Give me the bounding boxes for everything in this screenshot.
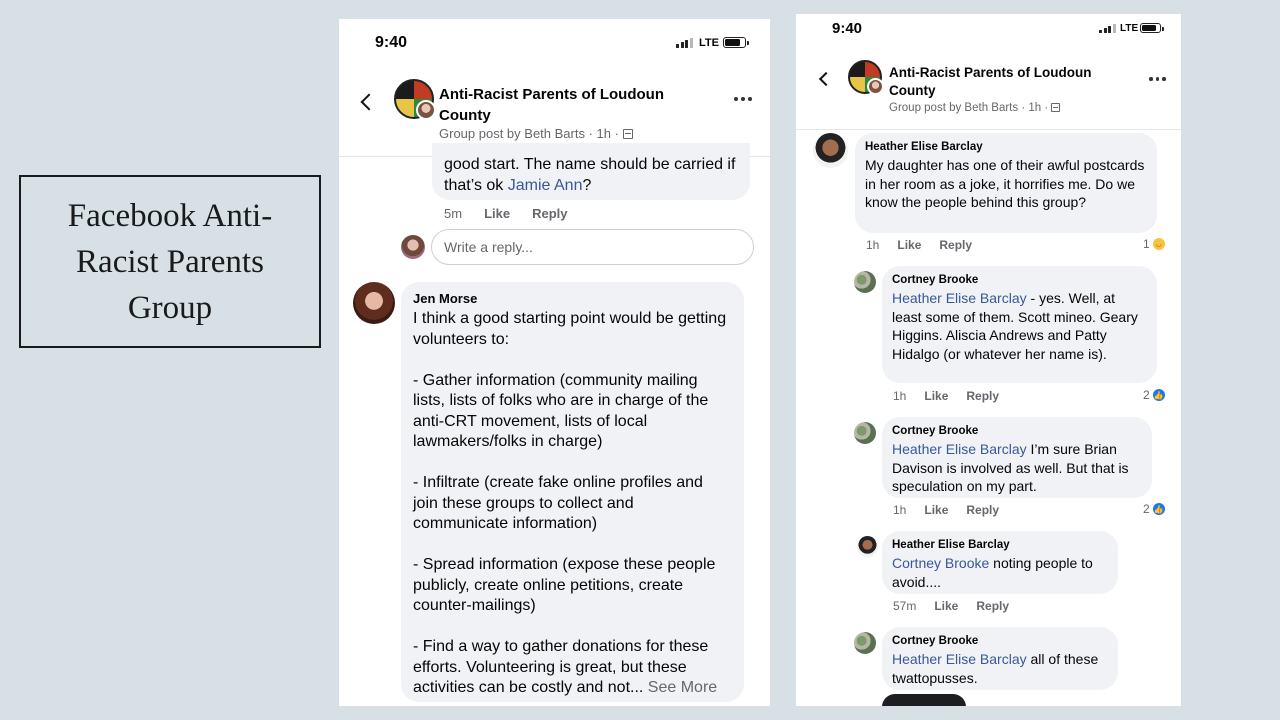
comment-text: My daughter has one of their awful postc…: [865, 157, 1145, 210]
comment-actions: 1h Like Reply: [893, 389, 999, 403]
comment-actions: 57m Like Reply: [893, 599, 1009, 613]
comment-bubble: Jen Morse I think a good starting point …: [401, 282, 744, 702]
reply-button[interactable]: Reply: [966, 503, 999, 517]
poster-avatar: [867, 78, 884, 95]
group-post-meta: Group post by Beth Barts · 1h ·: [889, 102, 1061, 114]
like-button[interactable]: Like: [924, 503, 948, 517]
group-avatar[interactable]: [848, 60, 884, 95]
group-privacy-icon: [622, 129, 633, 139]
reply-button[interactable]: Reply: [976, 599, 1009, 613]
commenter-avatar[interactable]: [353, 282, 395, 324]
mention-link[interactable]: Jamie Ann: [508, 177, 583, 194]
back-arrow-icon[interactable]: [818, 71, 834, 87]
more-options-icon[interactable]: [734, 97, 752, 101]
comment-bubble: Cortney Brooke Heather Elise Barclay I’m…: [882, 417, 1152, 498]
attachment-preview[interactable]: [882, 694, 966, 706]
comment-bubble: Cortney Brooke Heather Elise Barclay all…: [882, 627, 1118, 690]
mention-link[interactable]: Cortney Brooke: [892, 555, 989, 571]
commenter-name[interactable]: Heather Elise Barclay: [892, 538, 1108, 552]
comment-time: 1h: [893, 389, 907, 403]
group-privacy-icon: [1051, 103, 1061, 112]
group-header: Anti-Racist Parents of Loudoun County Gr…: [796, 50, 1181, 130]
comment-text-end: ?: [582, 177, 592, 194]
slide-title: Facebook Anti-Racist Parents Group: [19, 175, 321, 348]
group-post-byline: Group post by Beth Barts · 1h ·: [439, 126, 619, 141]
phone-screenshot-right: 9:40 LTE Anti-Racist Parents of Loudoun …: [796, 14, 1181, 706]
network-label: LTE: [699, 37, 719, 49]
commenter-avatar[interactable]: [854, 422, 876, 444]
like-icon: 👍: [1151, 502, 1166, 516]
reaction-count[interactable]: 2 👍: [1143, 502, 1166, 516]
commenter-avatar[interactable]: [854, 271, 876, 293]
group-post-meta: Group post by Beth Barts · 1h ·: [439, 126, 633, 141]
comment-bubble: good start. The name should be carried i…: [432, 143, 750, 200]
comment-bubble: Heather Elise Barclay Cortney Brooke not…: [882, 531, 1118, 594]
comment-time: 1h: [893, 503, 907, 517]
comment-text: I think a good starting point would be g…: [413, 310, 727, 696]
write-reply-input[interactable]: Write a reply...: [431, 229, 754, 265]
status-bar: 9:40 LTE: [339, 19, 770, 67]
group-name[interactable]: Anti-Racist Parents of Loudoun County: [889, 64, 1129, 100]
like-button[interactable]: Like: [897, 238, 921, 252]
phone-screenshot-left: 9:40 LTE Anti-Racist Parents of Loudoun …: [339, 19, 770, 706]
comment-bubble: Heather Elise Barclay My daughter has on…: [855, 133, 1157, 233]
like-icon: 👍: [1151, 388, 1166, 402]
mention-link[interactable]: Heather Elise Barclay: [892, 290, 1027, 306]
commenter-name[interactable]: Cortney Brooke: [892, 634, 1108, 648]
comment-bubble: Cortney Brooke Heather Elise Barclay - y…: [882, 266, 1157, 383]
commenter-avatar[interactable]: [813, 133, 848, 168]
reaction-number: 2: [1143, 502, 1150, 516]
commenter-avatar[interactable]: [857, 536, 878, 557]
group-post-byline: Group post by Beth Barts · 1h ·: [889, 102, 1049, 114]
comment-actions: 1h Like Reply: [893, 503, 999, 517]
see-more-link[interactable]: See More: [648, 679, 717, 696]
reply-button[interactable]: Reply: [966, 389, 999, 403]
commenter-name[interactable]: Cortney Brooke: [892, 273, 1147, 287]
commenter-name[interactable]: Jen Morse: [413, 291, 732, 307]
comment-time: 57m: [893, 599, 917, 613]
back-arrow-icon[interactable]: [360, 93, 378, 111]
more-options-icon[interactable]: [1149, 77, 1166, 81]
status-time: 9:40: [375, 34, 408, 51]
reply-button[interactable]: Reply: [939, 238, 972, 252]
group-name[interactable]: Anti-Racist Parents of Loudoun County: [439, 84, 699, 126]
network-label: LTE: [1120, 23, 1139, 34]
reaction-count[interactable]: 1 ◡: [1143, 237, 1166, 251]
mention-link[interactable]: Heather Elise Barclay: [892, 441, 1027, 457]
like-button[interactable]: Like: [484, 206, 510, 221]
commenter-name[interactable]: Cortney Brooke: [892, 424, 1142, 438]
signal-icon: [676, 38, 693, 48]
like-button[interactable]: Like: [934, 599, 958, 613]
like-button[interactable]: Like: [924, 389, 948, 403]
poster-avatar: [416, 100, 436, 120]
group-avatar[interactable]: [394, 79, 436, 120]
comment-actions: 1h Like Reply: [866, 238, 972, 252]
commenter-name[interactable]: Heather Elise Barclay: [865, 140, 1147, 154]
reply-button[interactable]: Reply: [532, 206, 567, 221]
reaction-number: 1: [1143, 237, 1150, 251]
battery-icon: [1140, 23, 1164, 33]
battery-icon: [723, 37, 749, 48]
comment-actions: 5m Like Reply: [444, 206, 567, 221]
reaction-count[interactable]: 2 👍: [1143, 388, 1166, 402]
reaction-number: 2: [1143, 388, 1150, 402]
mention-link[interactable]: Heather Elise Barclay: [892, 651, 1027, 667]
comment-time: 1h: [866, 238, 880, 252]
my-avatar: [401, 235, 425, 259]
status-time: 9:40: [832, 20, 863, 37]
haha-icon: ◡: [1151, 237, 1166, 251]
commenter-avatar[interactable]: [854, 632, 876, 654]
comment-time: 5m: [444, 206, 463, 221]
signal-icon: [1099, 24, 1116, 33]
